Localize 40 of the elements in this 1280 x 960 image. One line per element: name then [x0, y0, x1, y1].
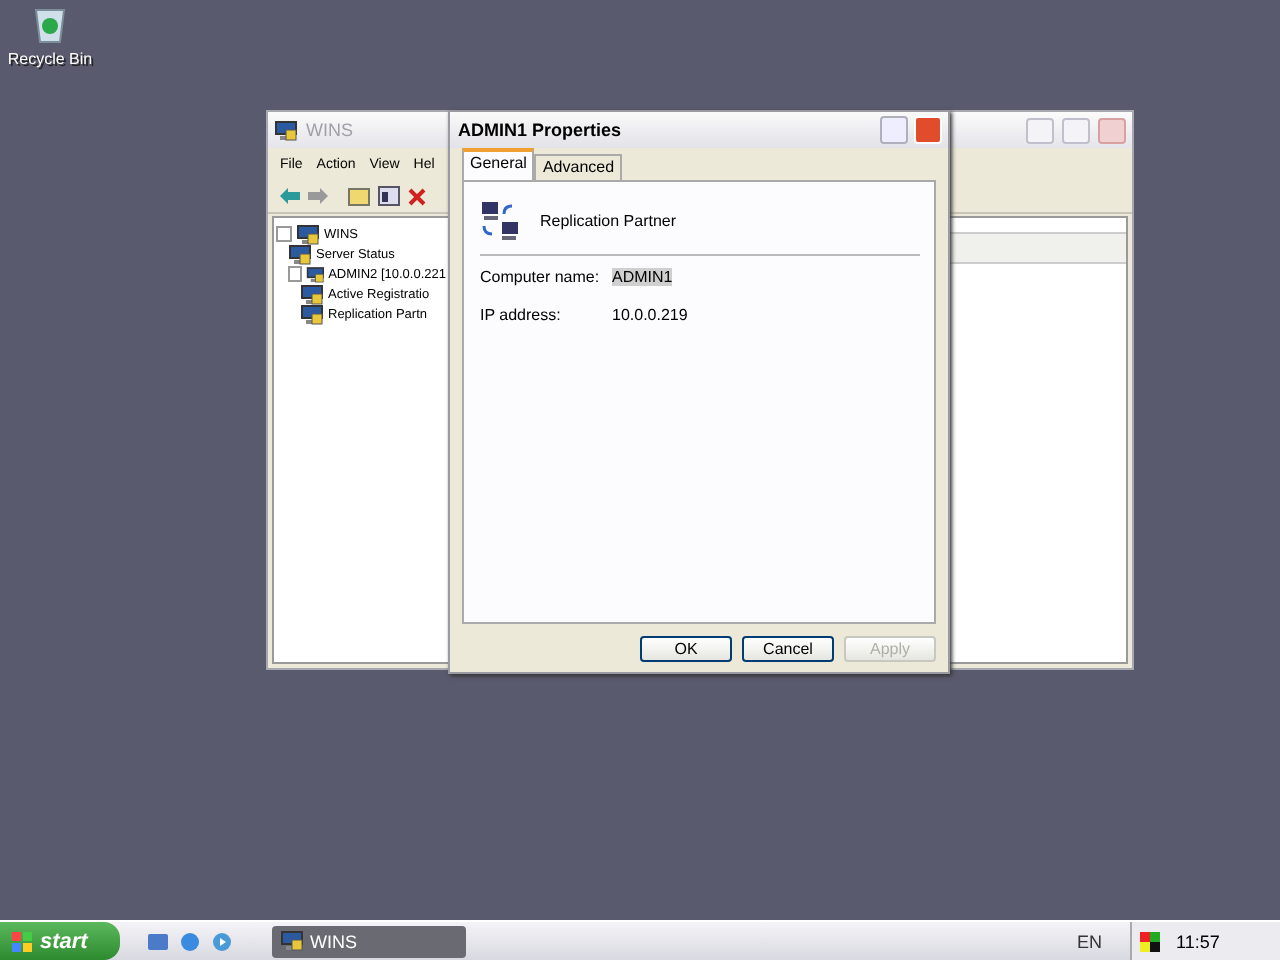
task-label: WINS — [310, 931, 357, 951]
back-arrow-icon — [280, 188, 300, 204]
field-label: IP address: — [480, 305, 563, 323]
window-title: WINS — [306, 120, 353, 140]
expander-icon[interactable] — [288, 266, 302, 282]
minimize-button[interactable] — [1026, 117, 1054, 143]
node-icon — [300, 283, 324, 305]
close-button[interactable] — [1098, 117, 1126, 143]
desktop-icon — [148, 931, 168, 951]
forward-arrow-icon — [308, 188, 328, 204]
dialog-button[interactable]: Cancel — [742, 636, 834, 662]
field-value: 10.0.0.219 — [612, 305, 688, 323]
tray-icon — [1140, 931, 1160, 951]
dialog-button[interactable]: OK — [640, 636, 732, 662]
node-icon — [305, 263, 325, 285]
windows-flag-icon — [12, 931, 32, 951]
partner-heading: Replication Partner — [540, 211, 677, 229]
folder-up-icon — [348, 186, 370, 206]
node-icon — [300, 303, 324, 325]
field-value: ADMIN1 — [612, 267, 673, 285]
delete-icon — [408, 187, 426, 205]
field-label: Computer name: — [480, 267, 602, 285]
console-tree-icon — [378, 186, 400, 206]
taskbar-button[interactable]: WINS — [272, 925, 466, 957]
node-icon — [296, 223, 320, 245]
language-indicator[interactable]: EN — [1076, 931, 1102, 951]
browser-icon — [180, 931, 200, 951]
start-label: start — [40, 929, 88, 953]
tab[interactable]: Advanced — [534, 154, 623, 180]
help-button[interactable] — [880, 116, 908, 144]
node-icon — [288, 243, 312, 265]
clock: 11:57 — [1176, 931, 1220, 951]
maximize-button[interactable] — [1062, 117, 1090, 143]
media-icon — [212, 931, 232, 951]
replication-computers-icon — [480, 200, 520, 240]
expander-icon[interactable] — [276, 226, 292, 242]
recycle-bin-icon — [32, 4, 68, 44]
icon-label[interactable]: Recycle Bin — [7, 50, 93, 68]
tab[interactable]: General — [462, 148, 535, 180]
dialog-title: ADMIN1 Properties — [458, 120, 624, 140]
